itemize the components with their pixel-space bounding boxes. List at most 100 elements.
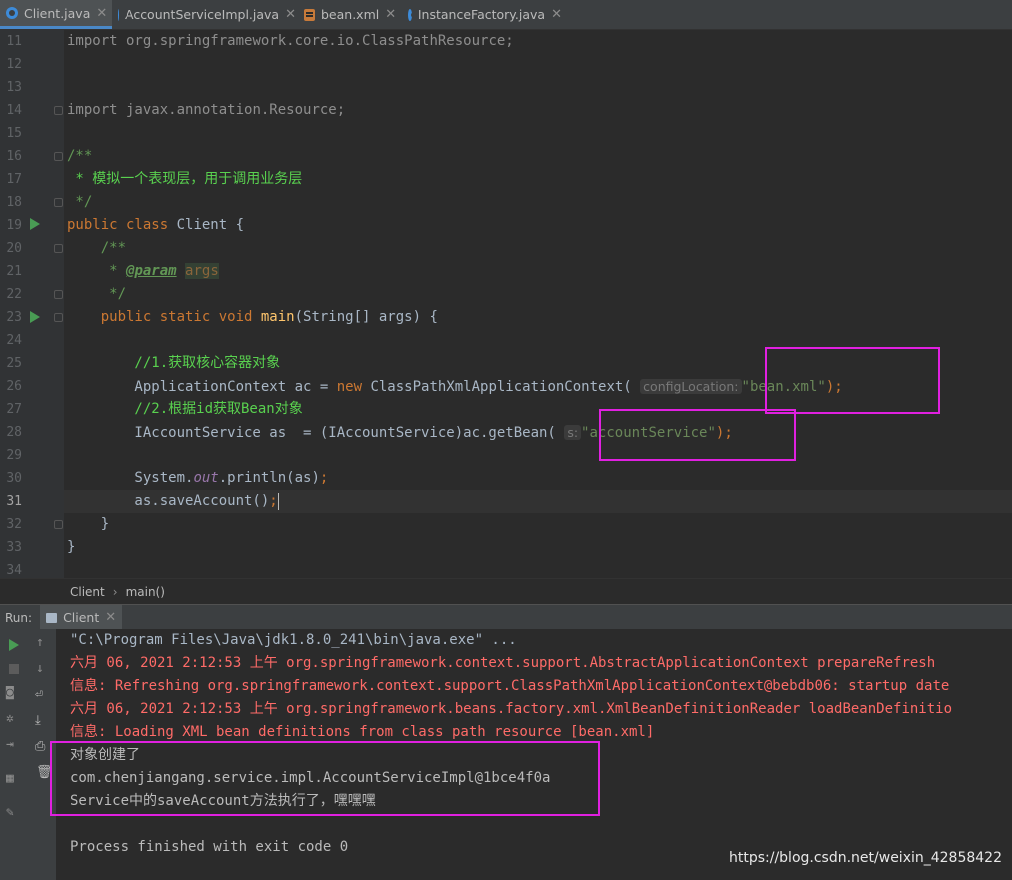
tab-label: InstanceFactory.java — [417, 7, 546, 22]
fold-icon[interactable] — [54, 198, 63, 207]
line-number: 17 — [6, 172, 22, 187]
console-line: 六月 06, 2021 2:12:53 上午 org.springframewo… — [70, 655, 936, 671]
console-line: 六月 06, 2021 2:12:53 上午 org.springframewo… — [70, 701, 953, 717]
console-line: Process finished with exit code 0 — [70, 839, 349, 855]
line-number-current: 31 — [6, 494, 22, 509]
parameter-hint: configLocation: — [640, 379, 742, 394]
fold-icon[interactable] — [54, 152, 63, 161]
close-icon[interactable]: ✕ — [385, 7, 396, 22]
tab-label: AccountServiceImpl.java — [124, 7, 280, 22]
soft-wrap-icon[interactable]: ⏎ — [35, 687, 43, 702]
run-tool-header: Run: Client ✕ — [0, 604, 1012, 630]
arrow-up-icon[interactable]: ↑ — [36, 635, 44, 650]
line-number: 32 — [6, 517, 22, 532]
code-line: */ — [67, 194, 93, 210]
fold-icon[interactable] — [54, 244, 63, 253]
code-line: public static void main(String[] args) { — [67, 309, 438, 325]
run-tab-label: Client — [63, 610, 100, 625]
line-number: 27 — [6, 402, 22, 417]
tab-label: bean.xml — [321, 7, 380, 22]
line-number: 30 — [6, 471, 22, 486]
close-icon[interactable]: ✕ — [105, 610, 116, 625]
line-number: 26 — [6, 379, 22, 394]
fold-icon[interactable] — [54, 106, 63, 115]
code-line: * 模拟一个表现层，用于调用业务层 — [67, 171, 303, 187]
annotation-box-console-output — [50, 741, 600, 816]
line-number: 15 — [6, 126, 22, 141]
debug-icon[interactable]: ✲ — [6, 711, 14, 726]
line-number: 11 — [6, 34, 22, 49]
line-number: 13 — [6, 80, 22, 95]
line-number: 20 — [6, 241, 22, 256]
annotation-box-account-service — [599, 409, 796, 461]
fold-icon[interactable] — [54, 290, 63, 299]
line-number: 18 — [6, 195, 22, 210]
tab-run-client[interactable]: Client ✕ — [40, 605, 123, 630]
line-gutter: 11 12 13 14 15 16 17 18 19 20 21 22 23 2… — [0, 30, 64, 578]
stop-icon[interactable] — [9, 664, 19, 674]
code-line-current[interactable]: as.saveAccount(); — [67, 490, 279, 513]
breadcrumb-method[interactable]: main() — [126, 585, 165, 599]
close-icon[interactable]: ✕ — [285, 7, 296, 22]
close-icon[interactable]: ✕ — [96, 6, 107, 21]
console-line: 信息: Refreshing org.springframework.conte… — [70, 678, 950, 694]
java-class-icon — [6, 7, 18, 19]
print-icon[interactable]: ⎙ — [35, 739, 45, 754]
code-line: //2.根据id获取Bean对象 — [67, 401, 303, 417]
console-line: "C:\Program Files\Java\jdk1.8.0_241\bin\… — [70, 632, 517, 648]
code-line: import javax.annotation.Resource; — [67, 102, 346, 118]
code-line: ApplicationContext ac = new ClassPathXml… — [67, 379, 843, 395]
line-number: 29 — [6, 448, 22, 463]
code-line: */ — [67, 286, 127, 302]
run-config-icon — [46, 612, 58, 623]
java-class-icon — [118, 8, 127, 21]
layout-icon[interactable]: ▦ — [6, 771, 14, 786]
code-line: /** — [67, 240, 127, 256]
camera-icon[interactable]: ◙ — [6, 685, 14, 700]
scroll-to-end-icon[interactable]: ⤓ — [35, 713, 41, 728]
run-label: Run: — [5, 610, 33, 625]
code-line: public class Client { — [67, 217, 245, 233]
breadcrumb-class[interactable]: Client — [70, 585, 105, 599]
code-line: System.out.println(as); — [67, 470, 329, 486]
arrow-down-icon[interactable]: ↓ — [36, 661, 44, 676]
line-number: 12 — [6, 57, 22, 72]
tab-bean-xml[interactable]: bean.xml ✕ — [298, 0, 398, 29]
code-line: //1.获取核心容器对象 — [67, 355, 281, 371]
java-class-icon — [408, 8, 417, 21]
line-number: 16 — [6, 149, 22, 164]
tab-client-java[interactable]: Client.java ✕ — [0, 0, 112, 29]
code-line: /** — [67, 148, 93, 164]
xml-file-icon — [304, 8, 315, 21]
rerun-icon[interactable] — [9, 639, 19, 651]
editor-tab-bar: Client.java ✕ AccountServiceImpl.java ✕ … — [0, 0, 1012, 30]
run-main-icon[interactable] — [30, 311, 40, 323]
code-editor[interactable]: 11 12 13 14 15 16 17 18 19 20 21 22 23 2… — [0, 30, 1012, 578]
run-toolbar-primary: ◙ ✲ ⇥ ▦ ✎ — [0, 629, 28, 880]
code-line: } — [67, 516, 110, 532]
chevron-right-icon: › — [112, 584, 118, 599]
fold-icon[interactable] — [54, 520, 63, 529]
pin-icon[interactable]: ✎ — [6, 805, 14, 820]
exit-icon[interactable]: ⇥ — [6, 737, 14, 752]
line-number: 23 — [6, 310, 22, 325]
code-line: } — [67, 539, 76, 555]
run-class-icon[interactable] — [30, 218, 40, 230]
code-line: * @param args — [67, 263, 219, 279]
line-number: 33 — [6, 540, 22, 555]
tab-accountserviceimpl-java[interactable]: AccountServiceImpl.java ✕ — [112, 0, 296, 29]
close-icon[interactable]: ✕ — [551, 7, 562, 22]
text-caret — [277, 492, 279, 510]
line-number: 25 — [6, 356, 22, 371]
breadcrumb: Client › main() — [0, 578, 1012, 604]
watermark: https://blog.csdn.net/weixin_42858422 — [728, 850, 1002, 866]
line-number: 24 — [6, 333, 22, 348]
parameter-hint: s: — [564, 425, 582, 440]
line-number: 28 — [6, 425, 22, 440]
annotation-box-bean-xml — [765, 347, 940, 414]
line-number: 21 — [6, 264, 22, 279]
line-number: 14 — [6, 103, 22, 118]
fold-icon[interactable] — [54, 313, 63, 322]
code-line: import org.springframework.core.io.Class… — [67, 33, 514, 49]
tab-instancefactory-java[interactable]: InstanceFactory.java ✕ — [402, 0, 562, 29]
